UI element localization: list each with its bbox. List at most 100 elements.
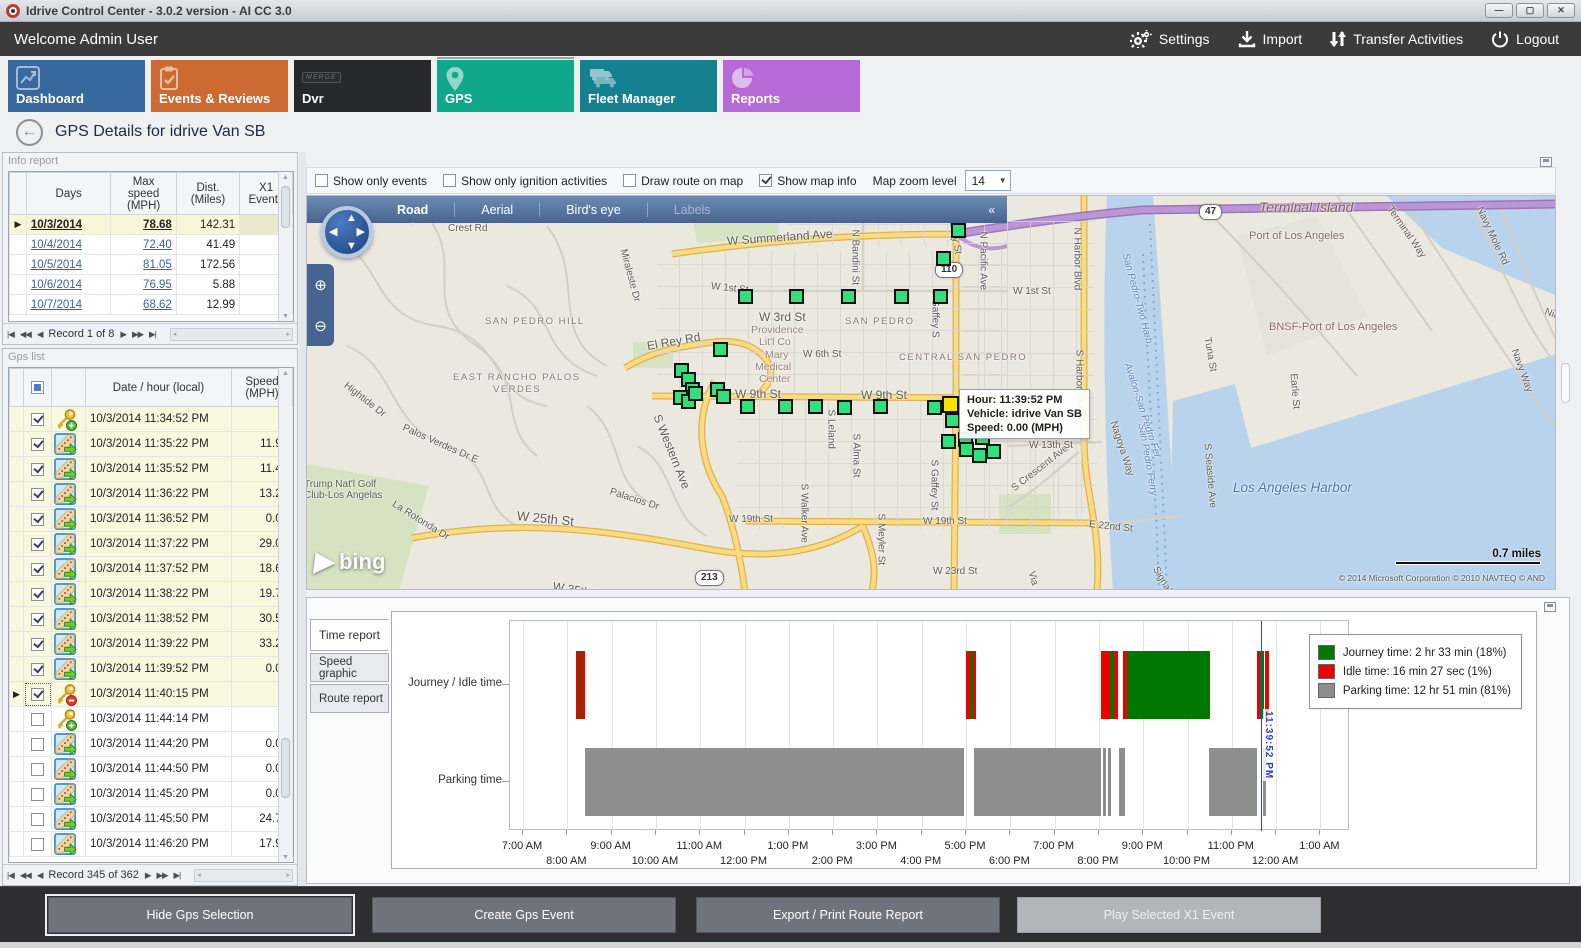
gps-row-checkbox[interactable] (31, 538, 44, 551)
gps-list-row[interactable]: 10/3/2014 11:45:50 PM24.75 (10, 807, 293, 832)
info-col-header[interactable]: Dist.(Miles) (176, 173, 239, 215)
info-report-row[interactable]: 10/4/201472.4041.491 (10, 235, 293, 255)
gps-marker[interactable] (738, 289, 753, 304)
map-style-bird-s-eye[interactable]: Bird's eye (566, 203, 621, 217)
max-speed-link[interactable]: 76.95 (143, 279, 172, 291)
tab-events-reviews[interactable]: Events & Reviews (151, 60, 288, 112)
select-all-checkbox[interactable] (31, 381, 44, 394)
info-nav-0[interactable]: |◀ (7, 329, 14, 340)
hide-gps-selection-button[interactable]: Hide Gps Selection (48, 897, 352, 933)
gps-list-row[interactable]: 10/3/2014 11:37:22 PM29.05 (10, 532, 293, 557)
gps-marker[interactable] (713, 342, 728, 357)
chart-tab-route-report[interactable]: Route report (310, 684, 389, 713)
gps-list-row[interactable]: 10/3/2014 11:44:20 PM0.00 (10, 732, 293, 757)
day-link[interactable]: 10/7/2014 (31, 299, 82, 311)
zoom-out-icon[interactable]: ⊖ (314, 317, 327, 335)
tab-gps[interactable]: GPS (437, 60, 574, 112)
create-gps-event-button[interactable]: Create Gps Event (372, 897, 676, 933)
gps-row-checkbox[interactable] (31, 563, 44, 576)
gps-row-checkbox[interactable] (31, 738, 44, 751)
gps-nav-2[interactable]: ◀ (37, 870, 43, 881)
minimize-button[interactable]: — (1485, 3, 1513, 18)
max-speed-link[interactable]: 68.62 (143, 299, 172, 311)
gps-nav-5[interactable]: ▶| (174, 870, 181, 881)
gps-row-checkbox[interactable] (31, 713, 44, 726)
gps-row-checkbox[interactable] (31, 463, 44, 476)
max-speed-link[interactable]: 72.40 (143, 239, 172, 251)
gps-row-checkbox[interactable] (31, 638, 44, 651)
map-style-road[interactable]: Road (397, 203, 428, 217)
gps-marker[interactable] (789, 289, 804, 304)
right-float-scrollbar[interactable] (1561, 363, 1570, 403)
gps-row-checkbox[interactable] (31, 588, 44, 601)
back-button[interactable]: ← (16, 119, 43, 146)
gps-marker[interactable] (941, 434, 956, 449)
chart-tab-time-report[interactable]: Time report (310, 619, 389, 651)
gps-marker[interactable] (933, 289, 948, 304)
info-nav-1[interactable]: ◀◀ (20, 329, 31, 340)
option-show-only-ignition-activities[interactable]: Show only ignition activities (443, 174, 607, 188)
gps-row-checkbox[interactable] (31, 413, 44, 426)
gps-list-row[interactable]: 10/3/2014 11:34:52 PM (10, 407, 293, 432)
gps-list-row[interactable]: ▶10/3/2014 11:40:15 PM (10, 682, 293, 707)
header-action-import[interactable]: Import (1238, 30, 1303, 48)
gps-list-row[interactable]: 10/3/2014 11:36:22 PM13.28 (10, 482, 293, 507)
info-report-row[interactable]: 10/6/201476.955.880 (10, 275, 293, 295)
gps-list-row[interactable]: 10/3/2014 11:46:20 PM17.93 (10, 832, 293, 857)
header-action-transfer-activities[interactable]: Transfer Activities (1330, 29, 1463, 49)
option-show-map-info[interactable]: Show map info (759, 174, 856, 188)
gps-marker[interactable] (808, 399, 823, 414)
close-button[interactable]: ✕ (1547, 3, 1575, 18)
info-report-scrollbar[interactable]: ▲ ▼ (278, 172, 292, 322)
tab-reports[interactable]: Reports (723, 60, 860, 112)
map-style-labels[interactable]: Labels (674, 203, 711, 217)
gps-marker[interactable] (716, 389, 731, 404)
gps-row-checkbox[interactable] (31, 488, 44, 501)
gps-nav-1[interactable]: ◀◀ (20, 870, 31, 881)
gps-marker[interactable] (778, 399, 793, 414)
selected-gps-marker[interactable] (942, 396, 959, 413)
info-nav-5[interactable]: ▶| (149, 329, 156, 340)
map-style-aerial[interactable]: Aerial (481, 203, 513, 217)
gps-marker[interactable] (972, 448, 987, 463)
checkbox[interactable] (315, 174, 328, 187)
tab-dashboard[interactable]: Dashboard (8, 60, 145, 112)
option-show-only-events[interactable]: Show only events (315, 174, 427, 188)
export-print-route-report-button[interactable]: Export / Print Route Report (696, 897, 1000, 933)
gps-marker[interactable] (841, 289, 856, 304)
gps-row-checkbox[interactable] (31, 438, 44, 451)
maximize-button[interactable]: ▢ (1516, 3, 1544, 18)
option-draw-route-on-map[interactable]: Draw route on map (623, 174, 743, 188)
day-link[interactable]: 10/6/2014 (31, 279, 82, 291)
info-report-row[interactable]: 10/7/201468.6212.990 (10, 295, 293, 315)
map-zoom-buttons[interactable]: ⊕ ⊖ (307, 264, 334, 346)
map-restore-icon[interactable] (1540, 157, 1552, 167)
info-nav-2[interactable]: ◀ (37, 329, 43, 340)
day-link[interactable]: 10/5/2014 (31, 259, 82, 271)
info-report-row[interactable]: ▶10/3/201478.68142.310 (10, 215, 293, 235)
day-link[interactable]: 10/3/2014 (31, 219, 82, 231)
chart-restore-icon[interactable] (1544, 602, 1556, 612)
gps-marker[interactable] (986, 444, 1001, 459)
gps-row-checkbox[interactable] (31, 838, 44, 851)
day-link[interactable]: 10/4/2014 (31, 239, 82, 251)
map-canvas[interactable]: Crest RdPeck ParkW Summerland AveMirales… (306, 195, 1556, 590)
gps-list-row[interactable]: 10/3/2014 11:38:52 PM30.55 (10, 607, 293, 632)
gps-list-row[interactable]: 10/3/2014 11:38:22 PM19.70 (10, 582, 293, 607)
tab-dvr[interactable]: MERGEDvr (294, 60, 431, 112)
gps-marker[interactable] (837, 400, 852, 415)
gps-nav-3[interactable]: ▶ (145, 870, 151, 881)
chart-tab-speed-graphic[interactable]: Speed graphic (310, 653, 389, 682)
info-col-header[interactable]: Maxspeed(MPH) (111, 173, 176, 215)
checkbox[interactable] (759, 174, 772, 187)
gps-marker[interactable] (740, 399, 755, 414)
map-pan-compass[interactable]: ▲▼ ◀▶ (321, 206, 373, 258)
panel-splitter[interactable] (299, 152, 306, 886)
info-hscrollbar[interactable]: ◂▸ (170, 328, 293, 341)
gps-nav-4[interactable]: ▶▶ (156, 870, 167, 881)
info-nav-4[interactable]: ▶▶ (132, 329, 143, 340)
checkbox[interactable] (623, 174, 636, 187)
gps-nav-0[interactable]: |◀ (7, 870, 14, 881)
gps-list-row[interactable]: 10/3/2014 11:37:52 PM18.63 (10, 557, 293, 582)
gps-list-row[interactable]: 10/3/2014 11:45:20 PM0.00 (10, 782, 293, 807)
